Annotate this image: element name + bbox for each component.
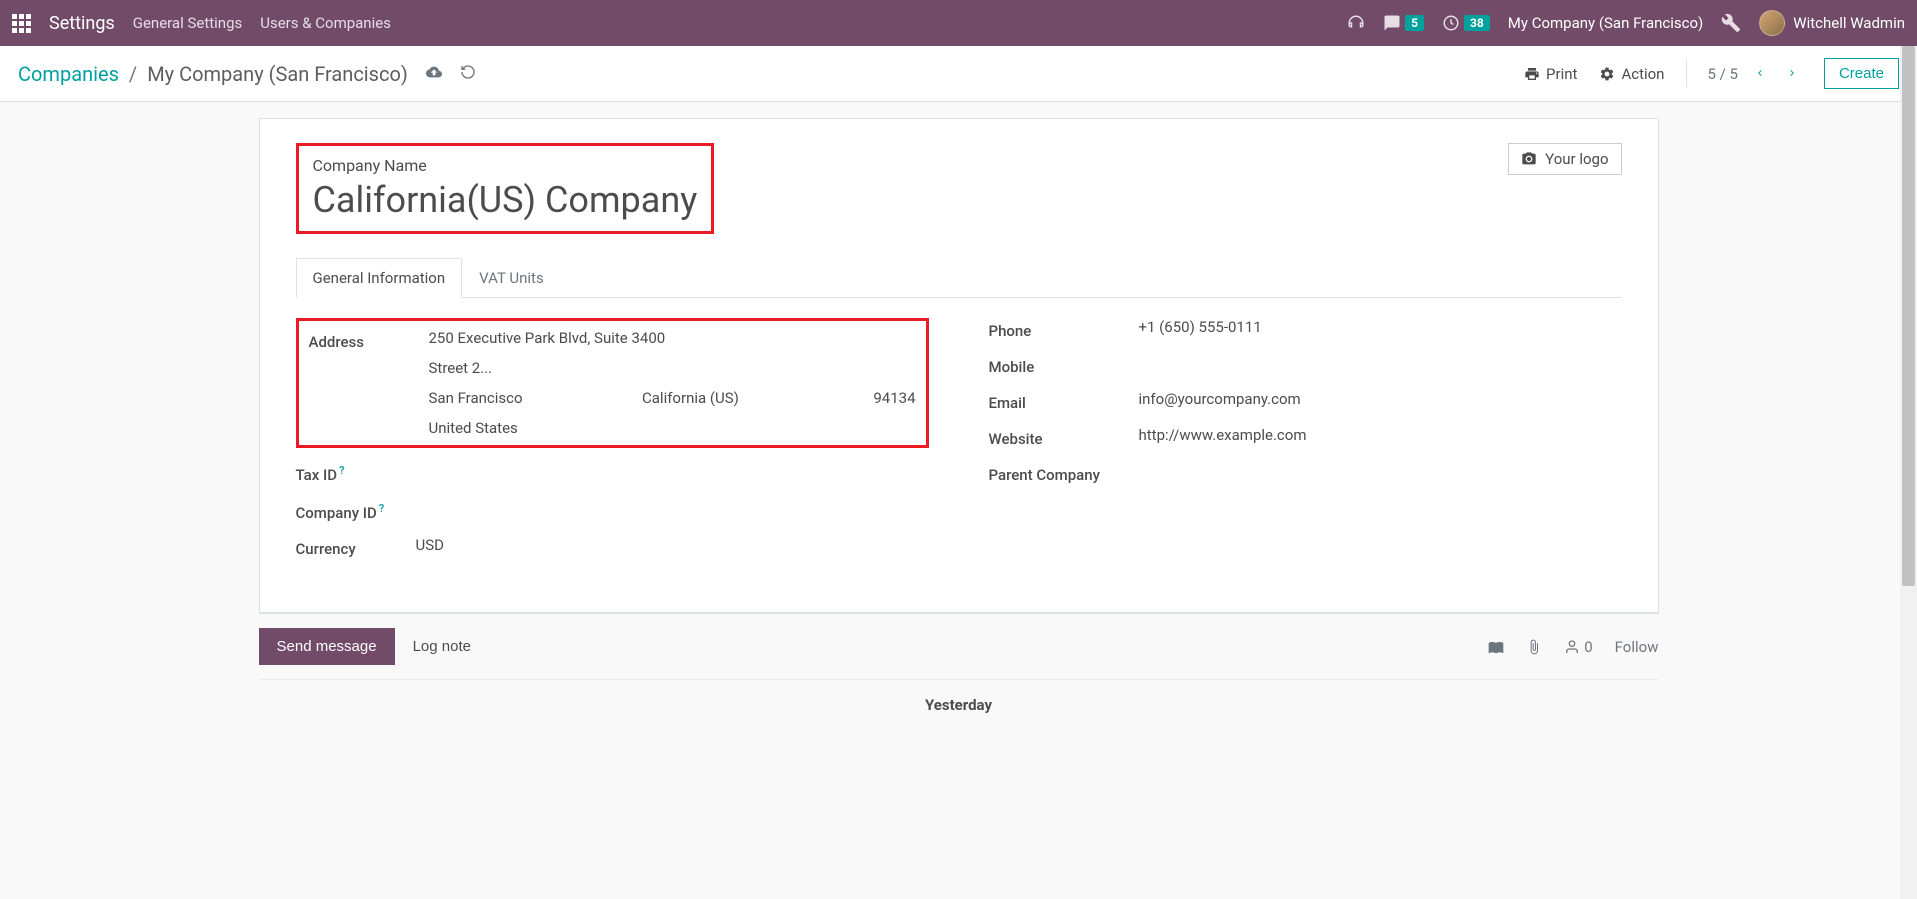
gear-icon: [1599, 66, 1615, 82]
scrollbar[interactable]: [1900, 46, 1917, 899]
street-input[interactable]: 250 Executive Park Blvd, Suite 3400: [429, 329, 916, 347]
user-menu[interactable]: Witchell Wadmin: [1759, 10, 1905, 36]
top-nav-left: Settings General Settings Users & Compan…: [12, 13, 391, 34]
print-button[interactable]: Print: [1524, 65, 1577, 83]
activities-badge: 38: [1464, 15, 1490, 31]
form-sheet: Your logo Company Name California(US) Co…: [259, 118, 1659, 613]
email-input[interactable]: info@yourcompany.com: [1139, 390, 1622, 408]
company-name-input[interactable]: California(US) Company: [313, 179, 698, 221]
phone-input[interactable]: +1 (650) 555-0111: [1139, 318, 1622, 336]
log-note-button[interactable]: Log note: [395, 628, 489, 665]
follow-button[interactable]: Follow: [1615, 638, 1659, 656]
country-input[interactable]: United States: [429, 419, 916, 437]
currency-label: Currency: [296, 536, 416, 558]
send-message-button[interactable]: Send message: [259, 628, 395, 665]
camera-icon: [1521, 151, 1537, 167]
cloud-save-icon[interactable]: [426, 64, 442, 84]
breadcrumb: Companies / My Company (San Francisco): [18, 62, 476, 86]
chatter-topbar: Send message Log note 0 Follow: [259, 614, 1659, 680]
messages-badge: 5: [1405, 15, 1424, 31]
company-id-label: Company ID?: [296, 498, 416, 522]
top-nav: Settings General Settings Users & Compan…: [0, 0, 1917, 46]
pager-prev-icon[interactable]: [1750, 60, 1770, 87]
attachments-icon[interactable]: [1526, 639, 1542, 655]
debug-icon[interactable]: [1721, 13, 1741, 33]
state-input[interactable]: California (US): [642, 389, 826, 407]
zip-input[interactable]: 94134: [856, 389, 916, 407]
tab-general-information[interactable]: General Information: [296, 258, 463, 298]
company-id-help-icon[interactable]: ?: [379, 502, 384, 515]
chatter-tools: 0 Follow: [1488, 638, 1658, 656]
form-container: Your logo Company Name California(US) Co…: [0, 102, 1917, 734]
tab-vat-units[interactable]: VAT Units: [462, 258, 561, 297]
discard-icon[interactable]: [460, 64, 476, 84]
nav-general-settings[interactable]: General Settings: [133, 14, 243, 32]
company-name-area: Company Name California(US) Company: [296, 143, 715, 234]
action-button[interactable]: Action: [1599, 65, 1664, 83]
activities-icon[interactable]: 38: [1442, 14, 1490, 32]
parent-company-label: Parent Company: [989, 462, 1139, 484]
chatter: Send message Log note 0 Follow Yesterday: [259, 613, 1659, 718]
pager-next-icon[interactable]: [1782, 60, 1802, 87]
street2-input[interactable]: Street 2...: [429, 359, 916, 377]
control-panel-actions: Print Action 5 / 5 Create: [1524, 58, 1899, 89]
address-fields: 250 Executive Park Blvd, Suite 3400 Stre…: [429, 329, 916, 437]
tax-id-help-icon[interactable]: ?: [339, 464, 344, 477]
currency-input[interactable]: USD: [416, 536, 929, 554]
avatar: [1759, 10, 1785, 36]
user-name: Witchell Wadmin: [1793, 14, 1905, 32]
control-panel: Companies / My Company (San Francisco) P…: [0, 46, 1917, 102]
nav-users-companies[interactable]: Users & Companies: [260, 14, 391, 32]
create-button[interactable]: Create: [1824, 58, 1899, 89]
breadcrumb-current: My Company (San Francisco): [147, 62, 408, 86]
voip-icon[interactable]: [1347, 14, 1365, 32]
left-column: Address 250 Executive Park Blvd, Suite 3…: [296, 318, 929, 572]
app-title[interactable]: Settings: [49, 13, 115, 34]
company-name-label: Company Name: [313, 156, 698, 175]
breadcrumb-separator: /: [129, 62, 137, 86]
messages-icon[interactable]: 5: [1383, 14, 1424, 32]
logo-upload[interactable]: Your logo: [1508, 143, 1621, 175]
email-label: Email: [989, 390, 1139, 412]
pager: 5 / 5: [1686, 60, 1802, 87]
website-label: Website: [989, 426, 1139, 448]
breadcrumb-root[interactable]: Companies: [18, 62, 119, 86]
print-icon: [1524, 66, 1540, 82]
website-input[interactable]: http://www.example.com: [1139, 426, 1622, 444]
right-column: Phone +1 (650) 555-0111 Mobile Email inf…: [989, 318, 1622, 572]
activity-icon[interactable]: [1488, 639, 1504, 655]
scrollbar-thumb[interactable]: [1902, 46, 1915, 586]
pager-value[interactable]: 5 / 5: [1707, 65, 1738, 83]
phone-label: Phone: [989, 318, 1139, 340]
chatter-buttons: Send message Log note: [259, 628, 489, 665]
apps-menu-icon[interactable]: [12, 14, 31, 33]
company-selector[interactable]: My Company (San Francisco): [1508, 14, 1703, 32]
chatter-date-header: Yesterday: [259, 680, 1659, 718]
form-body: Address 250 Executive Park Blvd, Suite 3…: [296, 298, 1622, 572]
followers-button[interactable]: 0: [1564, 638, 1592, 656]
address-label: Address: [309, 329, 429, 351]
address-highlight-box: Address 250 Executive Park Blvd, Suite 3…: [296, 318, 929, 448]
tabs: General Information VAT Units: [296, 258, 1622, 298]
city-input[interactable]: San Francisco: [429, 389, 613, 407]
mobile-label: Mobile: [989, 354, 1139, 376]
top-nav-right: 5 38 My Company (San Francisco) Witchell…: [1347, 10, 1905, 36]
tax-id-label: Tax ID?: [296, 460, 416, 484]
